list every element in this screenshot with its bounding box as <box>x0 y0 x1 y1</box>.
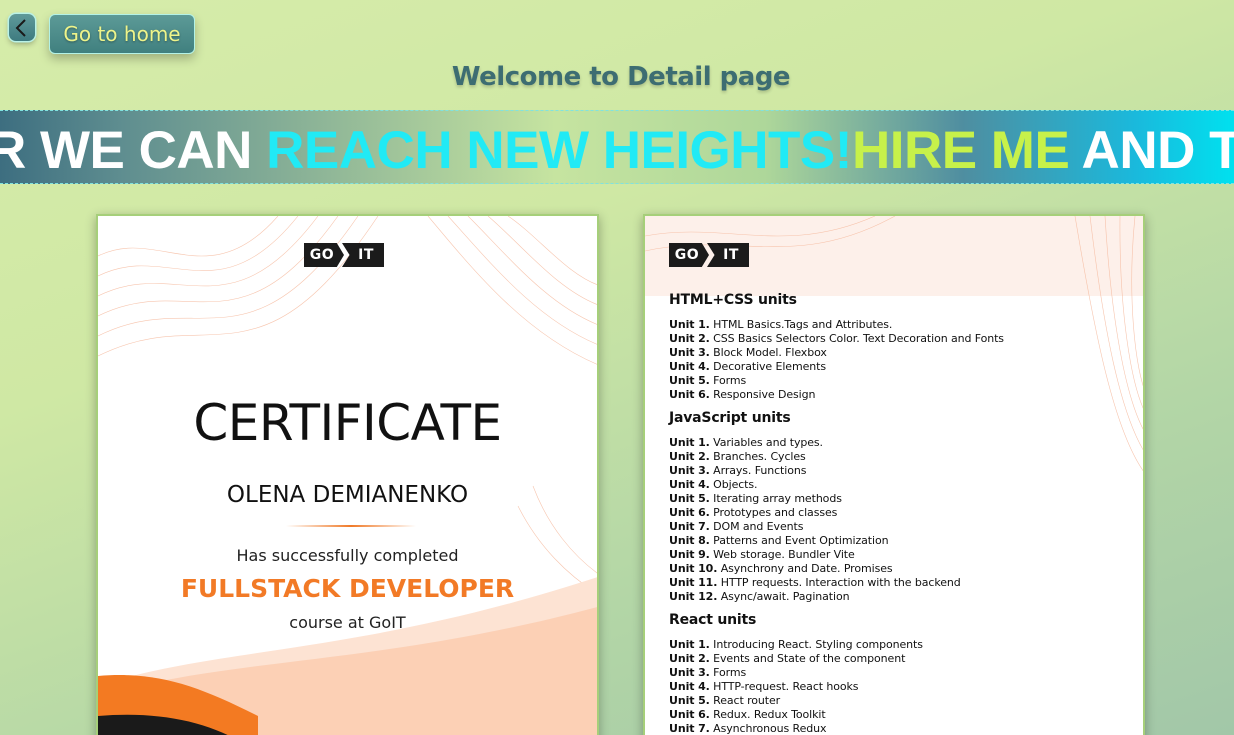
course-name: FULLSTACK DEVELOPER <box>180 574 515 603</box>
goit-logo: GO IT <box>669 243 749 267</box>
goit-logo: GO IT <box>304 243 384 267</box>
certificate-card[interactable]: GO IT CERTIFICATE OLENA DEMIANENKO Has s… <box>96 214 599 735</box>
syllabus-card[interactable]: GO IT HTML+CSS units Unit 1. HTML Basics… <box>643 214 1145 735</box>
marquee-text: R WE CAN REACH NEW HEIGHTS!HIRE ME AND T… <box>0 120 1234 181</box>
logo-go: GO <box>669 243 709 267</box>
unit-item: Unit 7. Asynchronous Redux <box>669 722 827 735</box>
unit-item: Unit 2. Branches. Cycles <box>669 450 806 463</box>
unit-item: Unit 8. Patterns and Event Optimization <box>669 534 889 547</box>
logo-go: GO <box>304 243 344 267</box>
unit-item: Unit 5. Iterating array methods <box>669 492 842 505</box>
go-to-home-button[interactable]: Go to home <box>49 14 195 54</box>
units-list: HTML+CSS units Unit 1. HTML Basics.Tags … <box>669 292 1139 735</box>
unit-group-react: React units Unit 1. Introducing React. S… <box>669 612 1139 735</box>
marquee-banner: R WE CAN REACH NEW HEIGHTS!HIRE ME AND T… <box>0 110 1234 184</box>
unit-group-heading: React units <box>669 612 757 628</box>
marquee-segment: AND TOG <box>1081 121 1234 180</box>
divider <box>286 525 416 527</box>
unit-item: Unit 9. Web storage. Bundler Vite <box>669 548 855 561</box>
unit-item: Unit 6. Responsive Design <box>669 388 816 401</box>
recipient-name: OLENA DEMIANENKO <box>226 482 469 508</box>
logo-it: IT <box>707 243 749 267</box>
unit-item: Unit 4. Decorative Elements <box>669 360 826 373</box>
unit-item: Unit 6. Prototypes and classes <box>669 506 838 519</box>
unit-group-javascript: JavaScript units Unit 1. Variables and t… <box>669 410 1139 604</box>
page-title: Welcome to Detail page <box>451 62 791 92</box>
course-suffix: course at GoIT <box>289 613 406 632</box>
unit-item: Unit 1. Variables and types. <box>669 436 823 449</box>
logo-it: IT <box>342 243 384 267</box>
unit-item: Unit 12. Async/await. Pagination <box>669 590 850 603</box>
unit-item: Unit 4. Objects. <box>669 478 758 491</box>
back-button[interactable] <box>9 14 35 41</box>
unit-item: Unit 3. Arrays. Functions <box>669 464 807 477</box>
marquee-segment-highlight: REACH NEW HEIGHTS! <box>266 121 852 180</box>
unit-item: Unit 4. HTTP-request. React hooks <box>669 680 859 693</box>
unit-item: Unit 1. Introducing React. Styling compo… <box>669 638 923 651</box>
certificate-title: CERTIFICATE <box>193 394 502 452</box>
completion-text: Has successfully completed <box>236 546 459 565</box>
unit-item: Unit 5. React router <box>669 694 781 707</box>
marquee-segment-hire: HIRE ME <box>851 121 1070 180</box>
marquee-segment: R WE CAN <box>0 121 267 180</box>
unit-group-html-css: HTML+CSS units Unit 1. HTML Basics.Tags … <box>669 292 1139 402</box>
certificate-background-pattern <box>98 216 597 735</box>
unit-item: Unit 10. Asynchrony and Date. Promises <box>669 562 893 575</box>
unit-group-heading: JavaScript units <box>669 410 791 426</box>
chevron-left-icon <box>15 18 26 37</box>
unit-item: Unit 3. Block Model. Flexbox <box>669 346 827 359</box>
unit-item: Unit 1. HTML Basics.Tags and Attributes. <box>669 318 893 331</box>
unit-item: Unit 3. Forms <box>669 666 747 679</box>
unit-item: Unit 7. DOM and Events <box>669 520 804 533</box>
unit-item: Unit 5. Forms <box>669 374 747 387</box>
unit-item: Unit 2. CSS Basics Selectors Color. Text… <box>669 332 1004 345</box>
unit-item: Unit 11. HTTP requests. Interaction with… <box>669 576 961 589</box>
unit-item: Unit 6. Redux. Redux Toolkit <box>669 708 826 721</box>
unit-item: Unit 2. Events and State of the componen… <box>669 652 906 665</box>
unit-group-heading: HTML+CSS units <box>669 292 797 308</box>
